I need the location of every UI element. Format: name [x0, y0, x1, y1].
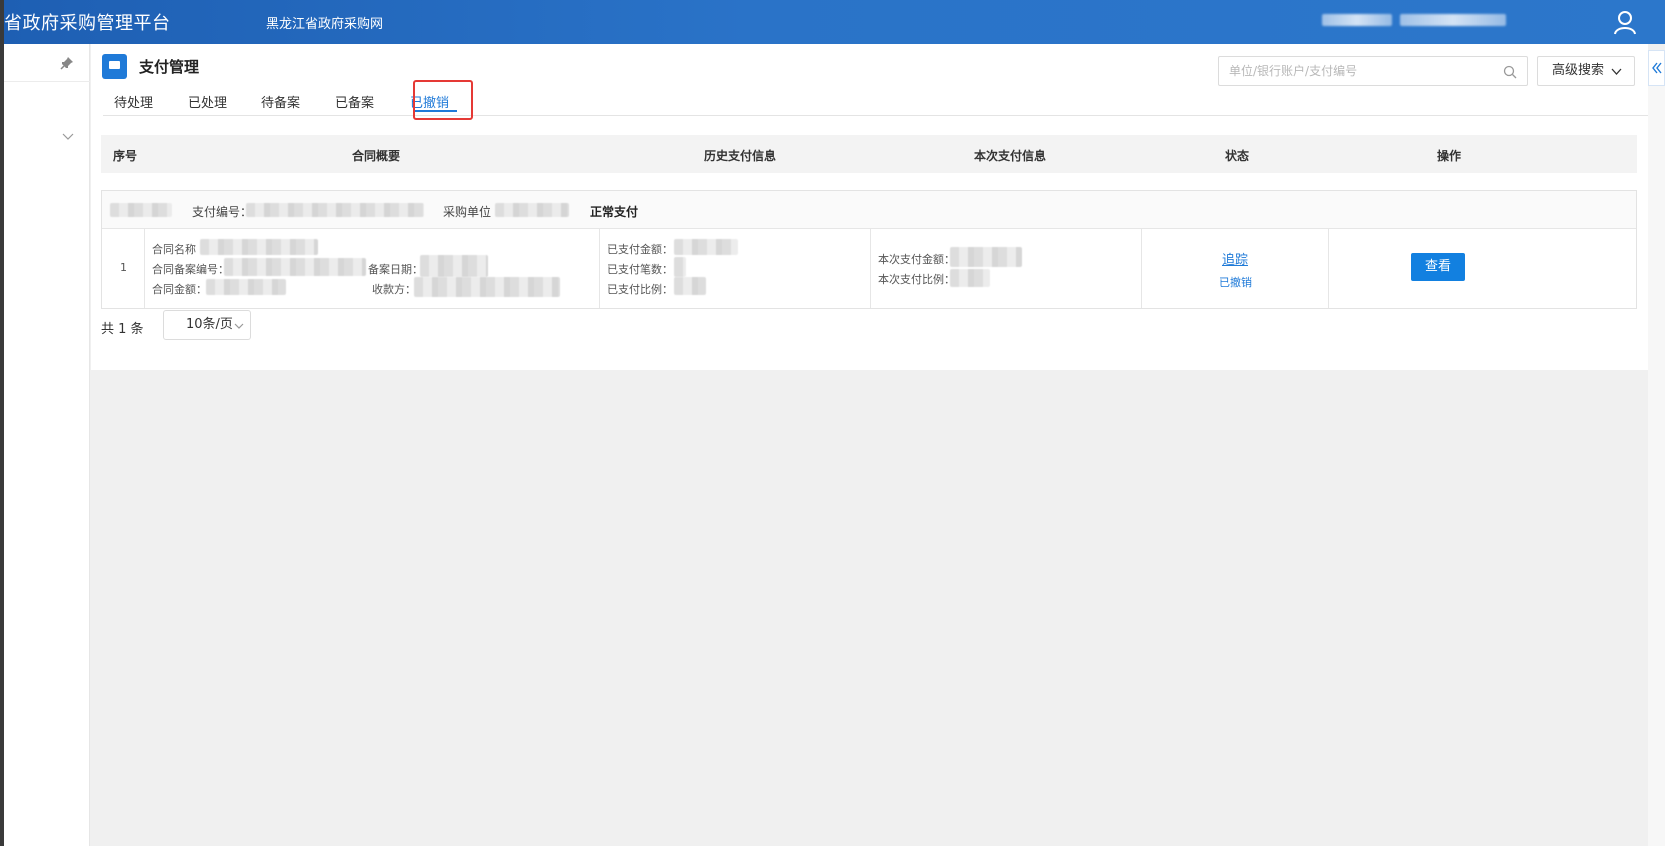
site-link[interactable]: 黑龙江省政府采购网 [266, 13, 383, 32]
redacted-current-amount [950, 247, 1022, 267]
redacted-paid-count [674, 257, 686, 277]
payment-no-label: 支付编号： [192, 205, 253, 219]
redacted-payment-no [246, 203, 424, 217]
search-box [1218, 56, 1528, 86]
col-current-payment: 本次支付信息 [974, 149, 1047, 163]
page-size-select[interactable]: 10条/页 [163, 310, 251, 340]
advanced-search-button[interactable]: 高级搜索 [1537, 56, 1635, 86]
contract-amount-label: 合同金额： [152, 283, 207, 296]
cell-divider [870, 229, 871, 308]
user-icon[interactable] [1612, 9, 1638, 35]
record-header: 支付编号： 采购单位 正常支付 [102, 191, 1636, 229]
tabs-divider [103, 115, 1648, 116]
contract-name-label: 合同名称 [152, 243, 196, 256]
sidebar [4, 44, 90, 846]
top-bar: 省政府采购管理平台 黑龙江省政府采购网 [4, 0, 1665, 44]
current-ratio-label: 本次支付比例： [878, 273, 955, 286]
view-button[interactable]: 查看 [1411, 253, 1465, 281]
table-header: 序号 合同概要 历史支付信息 本次支付信息 状态 操作 [101, 135, 1637, 173]
redacted-paid-ratio [674, 277, 706, 295]
cell-divider [599, 229, 600, 308]
col-index: 序号 [113, 149, 138, 163]
cell-divider [1141, 229, 1142, 308]
platform-title: 省政府采购管理平台 [4, 13, 171, 34]
redacted-contract-amount [206, 279, 286, 295]
sidebar-divider [4, 81, 90, 82]
main-panel: 支付管理 高级搜索 待处理 已处理 待备案 已备案 已撤销 序号 合同概要 历史… [91, 44, 1648, 370]
redacted-payee [414, 277, 560, 297]
redacted-record-date [420, 255, 488, 277]
tab-pending-record[interactable]: 待备案 [261, 92, 300, 111]
search-input[interactable] [1219, 57, 1489, 85]
chevron-down-icon[interactable] [62, 130, 74, 142]
col-history-payment: 历史支付信息 [704, 149, 777, 163]
right-gutter [1648, 86, 1665, 846]
search-icon[interactable] [1503, 65, 1517, 79]
redacted-purchaser [495, 203, 569, 217]
cell-divider [1328, 229, 1329, 308]
redacted-record-no [224, 258, 366, 276]
contract-record-no-label: 合同备案编号： [152, 263, 229, 276]
table-row: 1 合同名称 合同备案编号： 备案日期： 合同金额： 收款方： 已支付金额： 已… [102, 229, 1636, 308]
tab-recorded[interactable]: 已备案 [335, 92, 374, 111]
tab-pending[interactable]: 待处理 [114, 92, 153, 111]
highlight-box [413, 80, 473, 120]
payee-label: 收款方： [372, 283, 416, 296]
redacted-paid-amount [674, 239, 738, 255]
paid-count-label: 已支付笔数： [607, 263, 673, 276]
payment-type: 正常支付 [590, 205, 639, 219]
col-status: 状态 [1225, 149, 1250, 163]
track-link[interactable]: 追踪 [1222, 249, 1248, 268]
purchaser-label: 采购单位 [443, 205, 492, 219]
redacted-date [110, 203, 172, 217]
org-redacted [1400, 14, 1506, 26]
col-contract-summary: 合同概要 [352, 149, 401, 163]
paid-ratio-label: 已支付比例： [607, 283, 673, 296]
total-count: 共 1 条 [101, 322, 144, 337]
cell-divider [144, 229, 145, 308]
paid-amount-label: 已支付金额： [607, 243, 673, 256]
redacted-contract-name [200, 239, 318, 255]
username-redacted [1322, 14, 1392, 26]
collapse-panel-button[interactable] [1648, 50, 1665, 86]
record-date-label: 备案日期： [368, 263, 423, 276]
row-index: 1 [120, 261, 127, 274]
tab-processed[interactable]: 已处理 [188, 92, 227, 111]
payment-record: 支付编号： 采购单位 正常支付 1 合同名称 合同备案编号： 备案日期： 合同金… [101, 190, 1637, 309]
redacted-current-ratio [950, 269, 990, 287]
advanced-search-label: 高级搜索 [1552, 63, 1605, 78]
pin-icon[interactable] [60, 56, 74, 70]
double-chevron-left-icon [1652, 62, 1662, 74]
page-title: 支付管理 [139, 58, 200, 76]
status-badge: 已撤销 [1219, 276, 1252, 289]
current-amount-label: 本次支付金额： [878, 253, 955, 266]
chevron-down-icon [234, 323, 244, 329]
chevron-down-icon [1611, 68, 1622, 75]
monitor-icon [102, 54, 127, 79]
col-actions: 操作 [1437, 149, 1462, 163]
page-size-value: 10条/页 [186, 317, 233, 332]
